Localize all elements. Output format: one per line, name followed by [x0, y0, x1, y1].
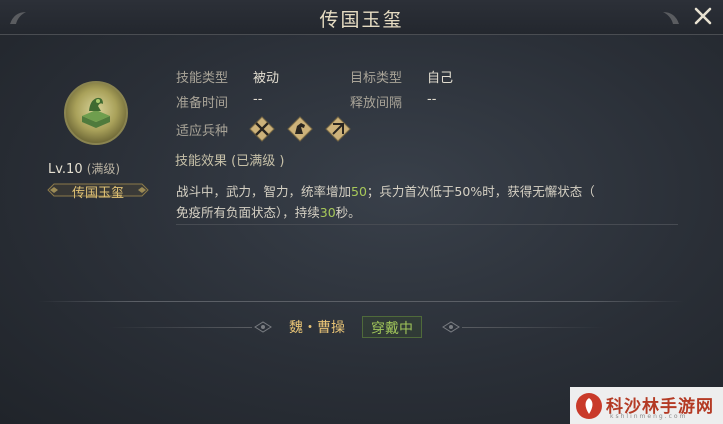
- skill-description: 战斗中，武力，智力，统率增加50；兵力首次低于50%时，获得无懈状态（ 免疫所有…: [176, 181, 676, 223]
- window-title: 传国玉玺: [319, 9, 404, 31]
- target-type-value: 自己: [427, 71, 454, 86]
- desc-part-2: ；兵力首次低于50%时，获得无懈状态（: [366, 184, 595, 199]
- desc-part-1: 战斗中，武力，智力，统率增加: [176, 184, 352, 199]
- watermark-subtext: kshlinmeng.com: [610, 413, 688, 420]
- level-note: (满级): [86, 162, 121, 176]
- owner-name: 魏・曹操: [289, 320, 345, 336]
- desc-part-3: 免疫所有负面状态），持续: [176, 205, 320, 220]
- desc-part-4: 秒。: [335, 205, 361, 220]
- infantry-icon: [249, 116, 275, 142]
- skill-type-value: 被动: [253, 71, 280, 86]
- stat-bonus-value: 50: [351, 184, 367, 199]
- close-icon[interactable]: [691, 4, 715, 28]
- cavalry-icon: [287, 116, 313, 142]
- description-underline: [176, 224, 678, 225]
- section-divider: [38, 301, 684, 302]
- jade-seal-icon: [63, 80, 129, 146]
- watermark: 科沙林手游网 kshlinmeng.com: [570, 387, 723, 424]
- target-type-label: 目标类型: [350, 71, 403, 86]
- cooldown-value: --: [427, 92, 437, 107]
- prep-time-label: 准备时间: [176, 96, 229, 111]
- title-bar: 传国玉玺: [0, 0, 723, 35]
- skill-type-label: 技能类型: [176, 71, 229, 86]
- footer-ornament-left-icon: [254, 321, 272, 333]
- footer-line-left: [110, 327, 252, 328]
- footer-line-right: [462, 327, 604, 328]
- item-name: 传国玉玺: [71, 186, 124, 201]
- prep-time-value: --: [253, 92, 263, 107]
- footer-ornament-right-icon: [442, 321, 460, 333]
- equipped-badge: 穿戴中: [362, 316, 422, 338]
- watermark-logo-icon: [576, 393, 602, 419]
- troop-type-label: 适应兵种: [176, 124, 229, 139]
- skill-effect-heading: 技能效果 (已满级 ): [175, 154, 285, 169]
- title-ornament-right-icon: [663, 12, 679, 24]
- equipped-status: 穿戴中: [371, 321, 413, 337]
- duration-value: 30: [319, 205, 336, 220]
- archer-icon: [325, 116, 351, 142]
- level-value: Lv.10: [48, 162, 83, 177]
- item-level: Lv.10 (满级): [48, 160, 120, 177]
- cooldown-label: 释放间隔: [350, 96, 403, 111]
- item-name-plate: 传国玉玺: [46, 179, 150, 201]
